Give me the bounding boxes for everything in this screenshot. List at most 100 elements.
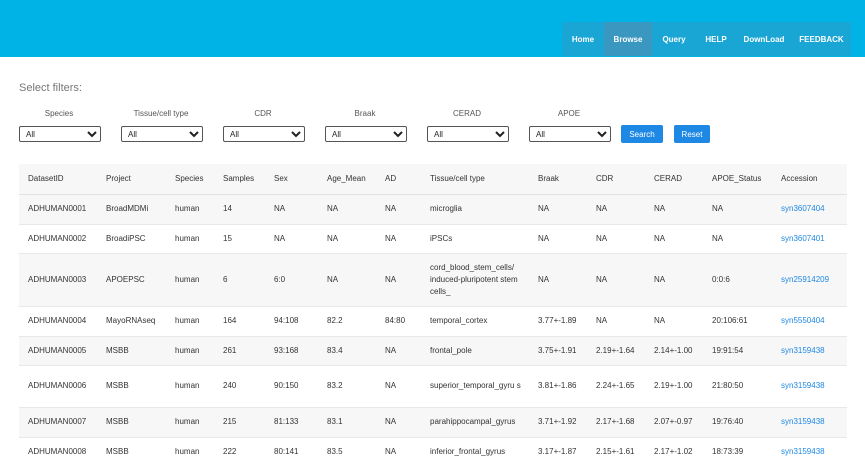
table-row: ADHUMAN0001 BroadMDMi human 14 NA NA NA microgl… bbox=[19, 194, 847, 225]
col-samples[interactable]: Samples bbox=[214, 164, 265, 195]
apoe-label: APOE bbox=[557, 109, 581, 118]
table-cell: MSBB bbox=[97, 437, 166, 463]
table-cell: NA bbox=[376, 253, 421, 307]
table-cell: NA bbox=[376, 407, 421, 438]
table-cell: 3.75+-1.91 bbox=[529, 336, 587, 366]
apoe-select[interactable]: All bbox=[529, 126, 611, 142]
col-apoe-status[interactable]: APOE_Status bbox=[703, 164, 772, 195]
table-header-row: DatasetID Project Species Samples Sex Ag… bbox=[19, 164, 847, 195]
species-label: Species bbox=[44, 109, 74, 118]
table-cell: NA bbox=[587, 306, 645, 337]
table-cell: NA bbox=[318, 253, 376, 307]
cdr-label: CDR bbox=[254, 109, 272, 118]
accession-link[interactable]: syn25914209 bbox=[781, 275, 829, 284]
nav-feedback[interactable]: FEEDBACK bbox=[792, 22, 851, 56]
table-cell: 215 bbox=[214, 407, 265, 438]
braak-label: Braak bbox=[354, 109, 376, 118]
table-row: ADHUMAN0002 BroadiPSC human 15 NA NA NA iPSCs NA… bbox=[19, 224, 847, 254]
col-age-mean[interactable]: Age_Mean bbox=[318, 164, 376, 195]
tissue-select[interactable]: All bbox=[121, 126, 203, 142]
cerad-select[interactable]: All bbox=[427, 126, 509, 142]
table-cell: syn3159438 bbox=[772, 437, 847, 463]
table-cell: 2.19+-1.64 bbox=[587, 336, 645, 366]
accession-link[interactable]: syn3159438 bbox=[781, 381, 825, 390]
table-row: ADHUMAN0004 MayoRNAseq human 164 94:108 82.2 8… bbox=[19, 306, 847, 337]
table-cell: ADHUMAN0007 bbox=[19, 407, 97, 438]
col-ad[interactable]: AD bbox=[376, 164, 421, 195]
table-cell: 261 bbox=[214, 336, 265, 366]
table-cell: 164 bbox=[214, 306, 265, 337]
col-cdr[interactable]: CDR bbox=[587, 164, 645, 195]
table-cell: iPSCs bbox=[421, 224, 529, 254]
table-row: ADHUMAN0003 APOEPSC human 6 6:0 NA NA cord_bloo… bbox=[19, 253, 847, 307]
table-cell: NA bbox=[318, 194, 376, 225]
nav-query[interactable]: Query bbox=[652, 22, 696, 56]
col-tissue[interactable]: Tissue/cell type bbox=[421, 164, 529, 195]
table-cell: NA bbox=[703, 194, 772, 225]
table-cell: MayoRNAseq bbox=[97, 306, 166, 337]
table-cell: NA bbox=[376, 194, 421, 225]
table-cell: 83.2 bbox=[318, 365, 376, 408]
accession-link[interactable]: syn3159438 bbox=[781, 417, 825, 426]
table-cell: 2.17+-1.68 bbox=[587, 407, 645, 438]
cdr-select[interactable]: All bbox=[223, 126, 305, 142]
nav-home[interactable]: Home bbox=[562, 22, 604, 56]
reset-button[interactable]: Reset bbox=[674, 125, 710, 143]
col-accession[interactable]: Accession bbox=[772, 164, 847, 195]
table-cell: APOEPSC bbox=[97, 253, 166, 307]
table-row: ADHUMAN0005 MSBB human 261 93:168 83.4 NA front… bbox=[19, 336, 847, 366]
table-cell: syn25914209 bbox=[772, 253, 847, 307]
table-cell: syn3159438 bbox=[772, 336, 847, 366]
table-cell: inferior_frontal_gyrus bbox=[421, 437, 529, 463]
table-cell: 83.1 bbox=[318, 407, 376, 438]
col-braak[interactable]: Braak bbox=[529, 164, 587, 195]
tissue-label: Tissue/cell type bbox=[133, 109, 189, 118]
table-cell: 90:150 bbox=[265, 365, 318, 408]
table-cell: 240 bbox=[214, 365, 265, 408]
datasets-table: DatasetID Project Species Samples Sex Ag… bbox=[19, 164, 847, 463]
table-cell: human bbox=[166, 253, 214, 307]
table-cell: 14 bbox=[214, 194, 265, 225]
table-cell: 20:106:61 bbox=[703, 306, 772, 337]
table-cell: MSBB bbox=[97, 365, 166, 408]
table-cell: 3.81+-1.86 bbox=[529, 365, 587, 408]
accession-link[interactable]: syn5550404 bbox=[781, 316, 825, 325]
table-cell: NA bbox=[645, 194, 703, 225]
table-cell: NA bbox=[587, 194, 645, 225]
table-cell: 6:0 bbox=[265, 253, 318, 307]
table-cell: human bbox=[166, 437, 214, 463]
table-cell: NA bbox=[529, 224, 587, 254]
table-cell: NA bbox=[265, 194, 318, 225]
table-cell: human bbox=[166, 194, 214, 225]
col-species[interactable]: Species bbox=[166, 164, 214, 195]
table-cell: human bbox=[166, 407, 214, 438]
col-cerad[interactable]: CERAD bbox=[645, 164, 703, 195]
table-cell: 2.19+-1.00 bbox=[645, 365, 703, 408]
species-select[interactable]: All bbox=[19, 126, 101, 142]
nav-browse[interactable]: Browse bbox=[604, 22, 652, 56]
table-cell: syn3159438 bbox=[772, 407, 847, 438]
table-cell: NA bbox=[645, 306, 703, 337]
nav-download[interactable]: DownLoad bbox=[736, 22, 792, 56]
accession-link[interactable]: syn3607401 bbox=[781, 234, 825, 243]
cerad-label: CERAD bbox=[452, 109, 481, 118]
col-project[interactable]: Project bbox=[97, 164, 166, 195]
table-cell: 2.14+-1.00 bbox=[645, 336, 703, 366]
accession-link[interactable]: syn3607404 bbox=[781, 204, 825, 213]
table-cell: BroadMDMi bbox=[97, 194, 166, 225]
nav-help[interactable]: HELP bbox=[696, 22, 736, 56]
table-cell: 82.2 bbox=[318, 306, 376, 337]
table-cell: ADHUMAN0005 bbox=[19, 336, 97, 366]
braak-select[interactable]: All bbox=[325, 126, 407, 142]
col-sex[interactable]: Sex bbox=[265, 164, 318, 195]
accession-link[interactable]: syn3159438 bbox=[781, 346, 825, 355]
table-cell: 19:91:54 bbox=[703, 336, 772, 366]
search-button[interactable]: Search bbox=[621, 125, 663, 143]
table-cell: ADHUMAN0003 bbox=[19, 253, 97, 307]
accession-link[interactable]: syn3159438 bbox=[781, 447, 825, 456]
top-header-bar: Home Browse Query HELP DownLoad FEEDBACK bbox=[0, 0, 865, 57]
filters-title: Select filters: bbox=[19, 82, 82, 94]
table-cell: ADHUMAN0008 bbox=[19, 437, 97, 463]
col-datasetid[interactable]: DatasetID bbox=[19, 164, 97, 195]
table-cell: NA bbox=[265, 224, 318, 254]
